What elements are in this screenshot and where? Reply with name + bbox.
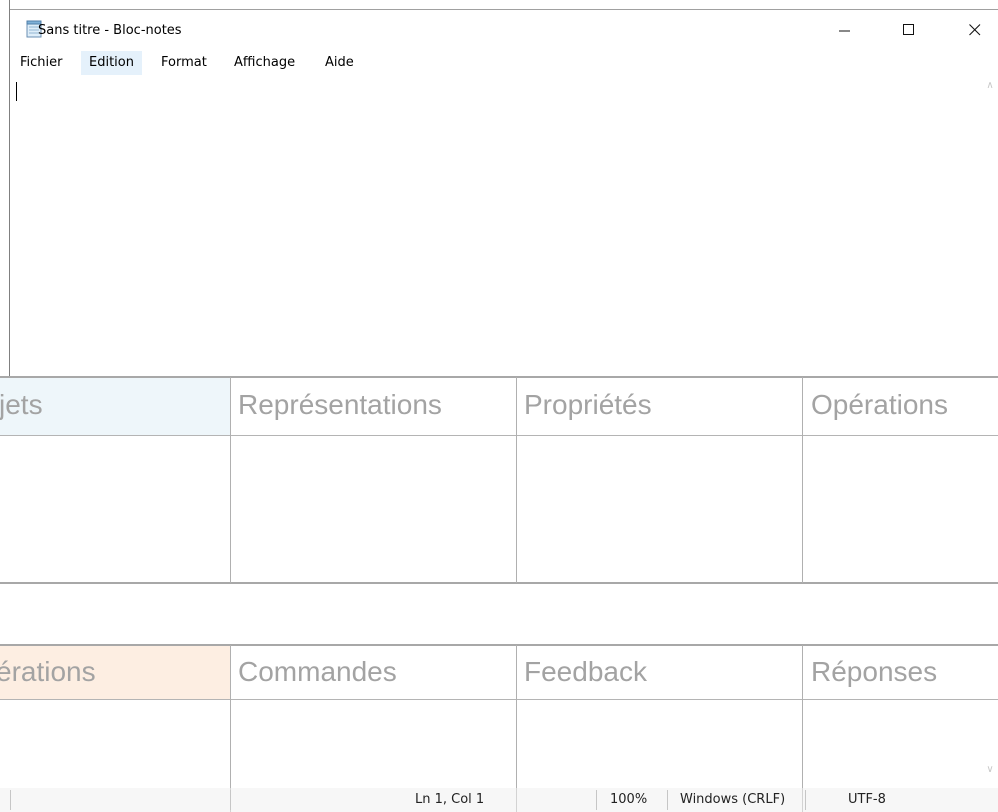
text-caret: [16, 82, 17, 101]
table-rule: [0, 644, 998, 646]
table-header-cell: érations: [0, 656, 96, 687]
status-separator: [805, 790, 806, 810]
status-separator: [667, 790, 668, 810]
text-editor[interactable]: [10, 76, 980, 374]
menu-aide[interactable]: Aide: [317, 51, 362, 75]
table-col-divider: [516, 645, 517, 812]
table-col-divider: [516, 377, 517, 583]
table-header-cell: Représentations: [238, 389, 442, 420]
menu-edition[interactable]: Edition: [81, 51, 142, 75]
status-separator: [596, 790, 597, 810]
table-rule: [0, 435, 998, 436]
scroll-down-arrow-icon[interactable]: ∨: [984, 764, 996, 776]
status-cursor-position: Ln 1, Col 1: [415, 792, 485, 807]
table-header-cell: Réponses: [811, 656, 938, 687]
table-header-cell: jets: [0, 389, 43, 420]
title-bar[interactable]: Sans titre - Bloc-notes: [10, 10, 998, 52]
table-col-divider: [802, 377, 803, 583]
table-col-divider: [230, 645, 231, 812]
menu-format[interactable]: Format: [153, 51, 215, 75]
minimize-button[interactable]: [822, 10, 868, 50]
status-bar: Ln 1, Col 1 100% Windows (CRLF) UTF-8: [0, 788, 998, 812]
table-rule: [0, 376, 998, 378]
maximize-button[interactable]: [886, 10, 932, 50]
window-title: Sans titre - Bloc-notes: [38, 23, 182, 38]
status-separator: [230, 790, 231, 810]
table-rule: [0, 582, 998, 584]
table-col-divider: [802, 645, 803, 812]
status-separator: [10, 790, 11, 810]
table-header-cell: Feedback: [524, 656, 647, 687]
table-header-cell: Opérations: [811, 389, 948, 420]
table-header-cell: Commandes: [238, 656, 397, 687]
menu-affichage[interactable]: Affichage: [226, 51, 303, 75]
maximize-icon: [903, 21, 915, 40]
table-header-cell: Propriétés: [524, 389, 652, 420]
close-button[interactable]: [952, 10, 998, 50]
status-zoom: 100%: [610, 792, 648, 807]
scroll-up-arrow-icon[interactable]: ∧: [984, 80, 996, 92]
status-line-ending: Windows (CRLF): [680, 792, 786, 807]
menu-bar: Fichier Edition Format Affichage Aide: [10, 50, 998, 75]
status-encoding: UTF-8: [848, 792, 886, 807]
menu-fichier[interactable]: Fichier: [12, 51, 71, 75]
close-icon: [969, 21, 981, 40]
minimize-icon: [839, 21, 851, 40]
table-col-divider: [230, 377, 231, 583]
table-rule: [0, 699, 998, 700]
